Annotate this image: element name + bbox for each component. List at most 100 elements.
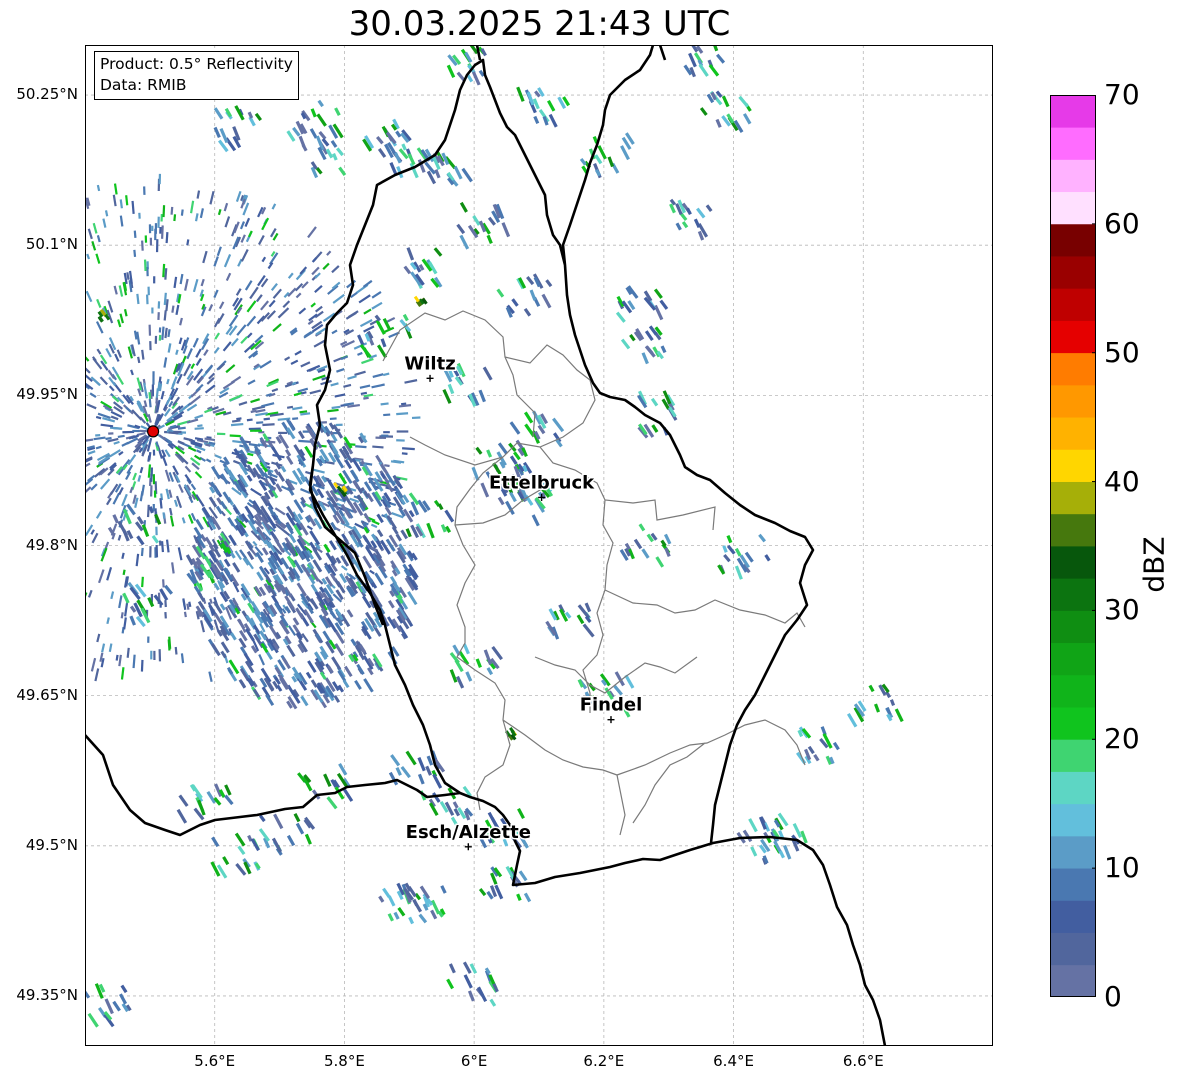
city-label: Findel <box>580 695 643 716</box>
colorbar-cell <box>1050 578 1096 611</box>
echo-cell <box>216 432 226 436</box>
product-label: Product: 0.5° Reflectivity <box>100 55 293 73</box>
colorbar-tick-label: 70 <box>1104 78 1140 111</box>
echo-cell <box>396 430 409 433</box>
echo-cell <box>158 334 162 341</box>
echo-cell <box>157 216 160 228</box>
colorbar-cell <box>1050 127 1096 160</box>
colorbar-cell <box>1050 642 1096 676</box>
lon-tick-label: 6.6°E <box>842 1052 884 1070</box>
colorbar-cell <box>1050 546 1096 579</box>
echo-cell <box>383 431 390 434</box>
echo-cell <box>278 431 288 435</box>
colorbar-cell <box>1050 513 1096 547</box>
echo-cell <box>158 327 162 333</box>
colorbar-tick-label: 40 <box>1104 464 1140 498</box>
echo-cell <box>154 228 157 241</box>
colorbar-cell <box>1050 449 1096 482</box>
lat-tick-label: 50.1°N <box>25 235 78 254</box>
lat-tick-label: 49.8°N <box>25 535 78 554</box>
echo-cell <box>159 226 162 234</box>
lon-tick-label: 6°E <box>460 1052 488 1070</box>
echo-cell <box>138 212 141 219</box>
echo-cell <box>157 301 161 309</box>
echo-cell <box>158 173 162 185</box>
product-info-box: Product: 0.5° Reflectivity Data: RMIB <box>94 51 299 100</box>
radar-map: Wiltz Ettelbruck Findel Esch/Alzette <box>85 45 993 1046</box>
colorbar-cell <box>1050 900 1096 933</box>
colorbar-tick-label: 0 <box>1104 980 1122 1013</box>
lon-tick-label: 6.2°E <box>583 1052 625 1070</box>
echo-cell <box>132 429 140 433</box>
lat-tick-label: 49.95°N <box>16 385 78 404</box>
colorbar-cell <box>1050 964 1096 997</box>
echo-cell <box>157 312 160 320</box>
echo-cell <box>147 286 150 296</box>
echo-cell <box>155 239 159 253</box>
colorbar-tick-label: 30 <box>1104 593 1140 627</box>
map-title: 30.03.2025 21:43 UTC <box>348 4 731 44</box>
echo-cell <box>147 636 150 643</box>
echo-cell <box>154 335 158 344</box>
colorbar-cell <box>1050 223 1096 257</box>
echo-cell <box>411 416 421 420</box>
echo-cell <box>152 474 156 485</box>
colorbar-cell <box>1050 481 1096 515</box>
colorbar-cell <box>1050 159 1096 193</box>
colorbar-cell <box>1050 868 1096 901</box>
echo-cell <box>148 324 152 336</box>
radar-site <box>146 425 160 438</box>
echo-cell <box>143 186 146 195</box>
colorbar-cell <box>1050 610 1096 644</box>
echo-cell <box>150 650 153 660</box>
lon-tick-label: 5.8°E <box>324 1052 365 1070</box>
echo-cell <box>381 434 389 437</box>
colorbar-cell <box>1050 95 1096 128</box>
echo-cell <box>145 294 149 305</box>
colorbar-cell <box>1050 707 1096 740</box>
echo-cell <box>152 371 155 385</box>
echo-cell <box>153 490 157 498</box>
echo-cell <box>335 423 343 427</box>
radar-site-marker <box>146 425 160 438</box>
colorbar-cell <box>1050 674 1096 708</box>
echo-cell <box>148 224 152 234</box>
echo-cell <box>149 341 152 351</box>
city-label: Esch/Alzette <box>406 822 531 843</box>
colorbar-cell <box>1050 384 1096 418</box>
echo-cell <box>155 544 159 558</box>
colorbar-cell <box>1050 932 1096 966</box>
colorbar-tick-label: 60 <box>1104 206 1140 240</box>
echo-cell <box>153 276 156 284</box>
colorbar-cell <box>1050 417 1096 450</box>
echo-cell <box>146 266 149 277</box>
echo-cell <box>150 467 154 477</box>
colorbar-cell <box>1050 803 1096 837</box>
city-label: Wiltz <box>404 353 455 374</box>
colorbar <box>1050 95 1096 997</box>
colorbar-cell <box>1050 835 1096 869</box>
echo-cell <box>158 540 162 546</box>
echo-cell <box>95 434 101 437</box>
lat-tick-label: 49.65°N <box>16 685 78 704</box>
echo-cell <box>396 439 405 442</box>
echo-cell <box>151 225 154 232</box>
echo-cell <box>164 600 167 608</box>
colorbar-cell <box>1050 288 1096 321</box>
colorbar-cell <box>1050 771 1096 805</box>
lon-tick-label: 6.4°E <box>713 1052 754 1070</box>
lat-tick-label: 49.5°N <box>25 835 78 854</box>
echo-cell <box>250 429 263 432</box>
echo-cell <box>153 650 156 661</box>
echo-cell <box>149 546 152 558</box>
colorbar-cell <box>1050 191 1096 225</box>
lat-tick-label: 50.25°N <box>16 85 78 104</box>
colorbar-cell <box>1050 256 1096 289</box>
data-source-label: Data: RMIB <box>100 76 187 94</box>
lat-tick-label: 49.35°N <box>16 985 78 1004</box>
echo-cell <box>151 307 154 314</box>
colorbar-cell <box>1050 739 1096 772</box>
lon-tick-label: 5.6°E <box>194 1052 236 1070</box>
colorbar-label: dBZ <box>1137 536 1171 593</box>
echo-cell <box>164 612 167 619</box>
